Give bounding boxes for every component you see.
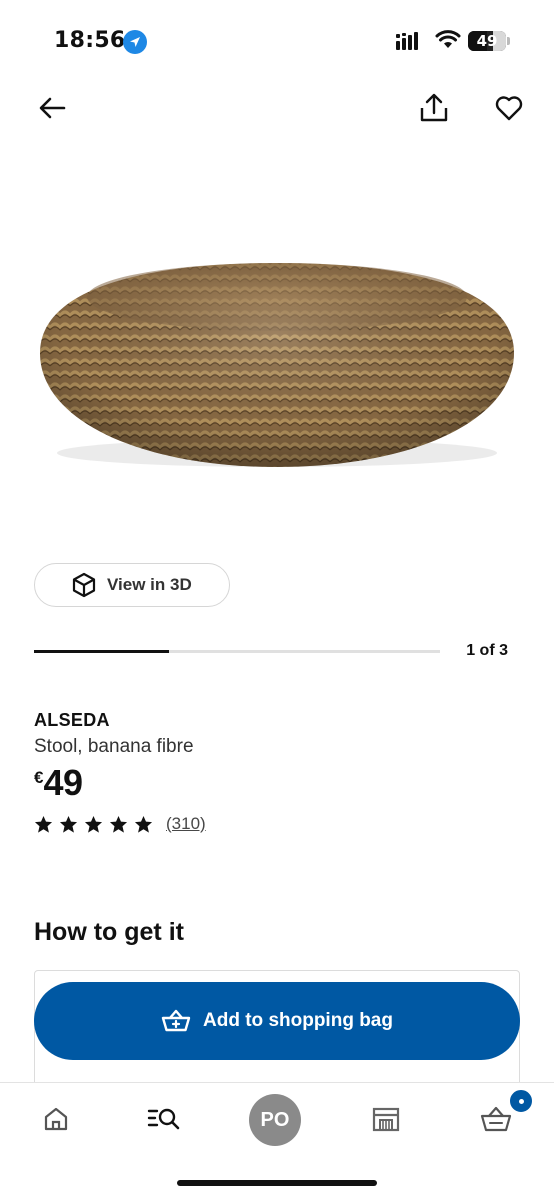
avatar: PO [249,1094,301,1146]
cellular-signal-icon [396,32,418,50]
tab-store[interactable] [356,1097,416,1141]
cube-icon [72,572,96,598]
product-rating[interactable]: (310) [34,814,206,834]
price-value: 49 [43,762,83,803]
price-currency: € [34,768,44,787]
search-list-icon [147,1108,180,1130]
share-button[interactable] [414,88,454,128]
back-button[interactable] [32,90,72,126]
star-icon [59,815,78,833]
view-in-3d-label: View in 3D [107,575,192,594]
home-indicator [177,1180,377,1186]
wifi-icon [435,30,461,48]
star-icon [134,815,153,833]
battery-nub [507,37,510,45]
how-to-get-it-heading: How to get it [34,918,184,946]
share-icon [420,93,448,122]
star-icon [34,815,53,833]
add-to-shopping-bag-button[interactable]: Add to shopping bag [34,982,520,1060]
tab-search[interactable] [134,1097,194,1141]
cart-badge [508,1088,534,1114]
status-bar: 18:56 49 [0,0,554,84]
store-icon [372,1107,400,1132]
add-to-shopping-bag-label: Add to shopping bag [203,1010,393,1031]
battery-level: 49 [476,32,498,50]
location-arrow-icon [123,30,147,54]
basket-icon [480,1106,512,1132]
carousel-progress-fill [34,650,170,653]
tab-profile[interactable]: PO [247,1092,303,1148]
arrow-left-icon [39,97,66,119]
status-time: 18:56 [54,28,126,53]
star-icon [84,815,103,833]
star-icon [109,815,128,833]
review-count-link[interactable]: (310) [166,814,206,834]
carousel-counter: 1 of 3 [466,642,508,659]
basket-plus-icon [161,1009,191,1032]
favourite-button[interactable] [490,90,528,126]
carousel-progress [34,650,440,653]
heart-icon [495,96,523,121]
product-price: € 49 [34,762,83,804]
battery-icon: 49 [468,31,506,51]
product-description: Stool, banana fibre [34,736,194,757]
view-in-3d-button[interactable]: View in 3D [34,563,230,607]
home-icon [44,1107,68,1131]
product-image[interactable] [30,235,524,485]
tab-home[interactable] [26,1097,86,1141]
cart-badge-dot [519,1099,524,1104]
product-name: ALSEDA [34,710,110,730]
